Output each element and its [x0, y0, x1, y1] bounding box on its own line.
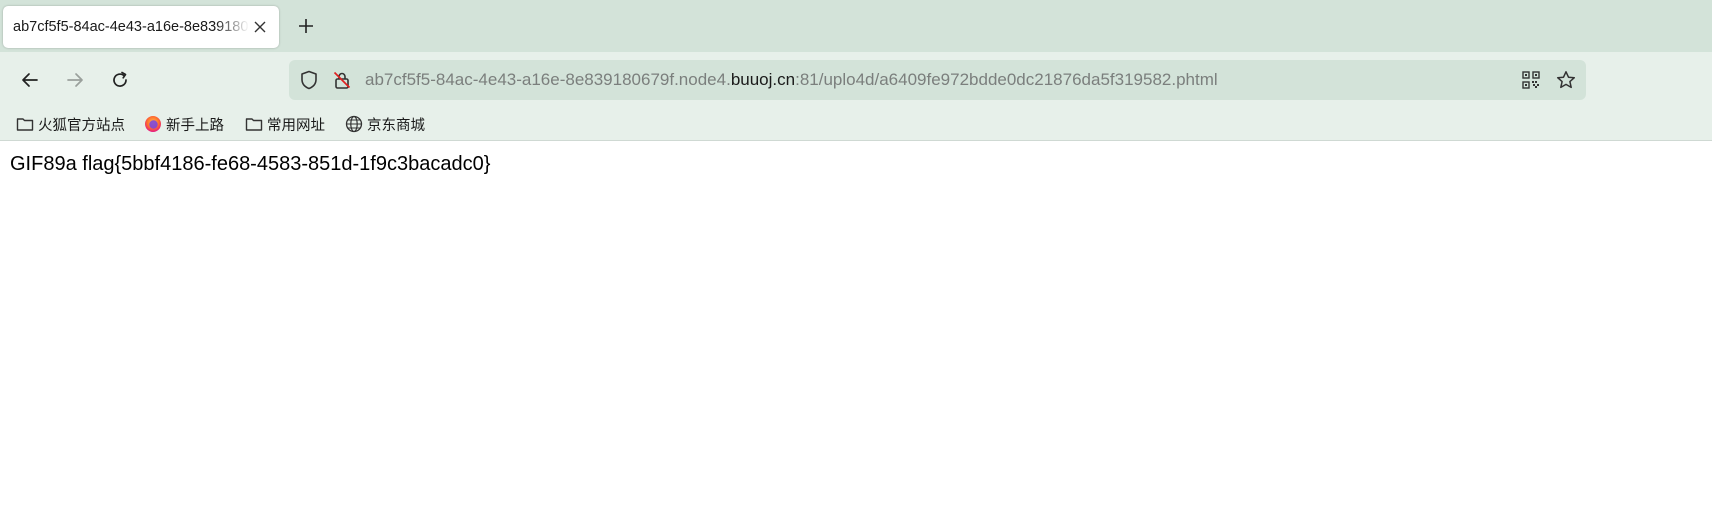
bookmark-item-common-sites[interactable]: 常用网址 [245, 112, 325, 136]
bookmark-label: 火狐官方站点 [38, 117, 125, 134]
reload-icon [113, 71, 127, 87]
url-prefix: ab7cf5f5-84ac-4e43-a16e-8e839180679f.nod… [365, 70, 731, 89]
folder-icon [245, 118, 263, 131]
star-bookmark-icon[interactable] [1556, 70, 1576, 90]
page-content-text: GIF89a flag{5bbf4186-fe68-4583-851d-1f9c… [10, 153, 491, 175]
arrow-left-icon [22, 73, 38, 87]
arrow-right-icon [67, 73, 83, 87]
back-button[interactable] [15, 65, 45, 95]
url-domain: buuoj.cn [730, 70, 796, 89]
tab-title: ab7cf5f5-84ac-4e43-a16e-8e839180679f.nod… [13, 19, 249, 35]
shield-icon[interactable] [299, 70, 319, 90]
bookmark-label: 京东商城 [367, 117, 425, 134]
insecure-lock-icon[interactable] [332, 70, 352, 90]
reload-button[interactable] [105, 65, 135, 95]
forward-button[interactable] [60, 65, 90, 95]
close-tab-icon[interactable] [251, 18, 269, 36]
url-text[interactable]: ab7cf5f5-84ac-4e43-a16e-8e839180679f.nod… [365, 70, 1218, 90]
url-suffix: :81/uplo4d/a6409fe972bdde0dc21876da5f319… [795, 70, 1218, 89]
folder-icon [16, 118, 34, 131]
bookmark-item-firefox-official[interactable]: 火狐官方站点 [16, 112, 125, 136]
navigation-toolbar: ab7cf5f5-84ac-4e43-a16e-8e839180679f.nod… [0, 52, 1712, 108]
new-tab-button[interactable] [292, 12, 320, 40]
active-tab[interactable]: ab7cf5f5-84ac-4e43-a16e-8e839180679f.nod… [3, 6, 279, 48]
bookmark-label: 新手上路 [166, 117, 224, 134]
address-bar[interactable]: ab7cf5f5-84ac-4e43-a16e-8e839180679f.nod… [289, 60, 1586, 100]
bookmark-item-jd-mall[interactable]: 京东商城 [345, 112, 425, 136]
tab-bar: ab7cf5f5-84ac-4e43-a16e-8e839180679f.nod… [0, 0, 1712, 52]
bookmarks-toolbar: 火狐官方站点 新手上路 常用网址 京东商城 [0, 108, 1712, 141]
bookmark-label: 常用网址 [267, 117, 325, 134]
globe-icon [345, 115, 363, 133]
firefox-icon [145, 116, 161, 132]
qr-code-icon[interactable] [1521, 70, 1541, 90]
plus-icon [299, 19, 313, 33]
bookmark-item-getting-started[interactable]: 新手上路 [144, 112, 224, 136]
